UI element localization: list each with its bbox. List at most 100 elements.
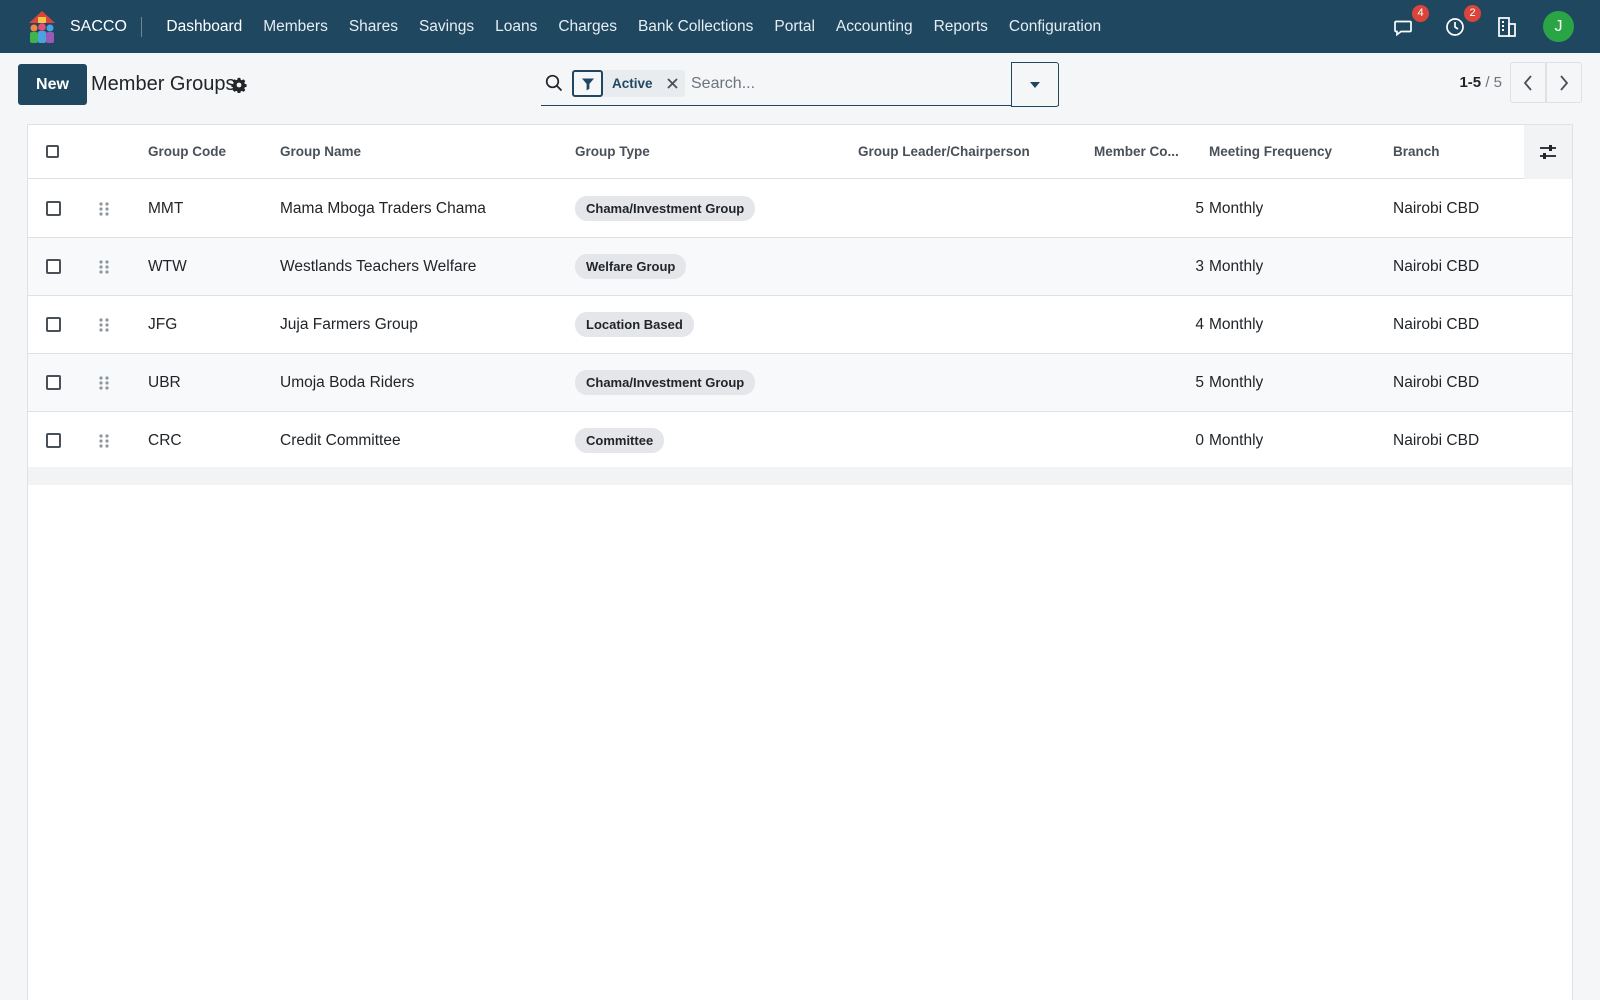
cell-branch: Nairobi CBD [1393, 315, 1480, 333]
messages-button[interactable]: 4 [1391, 4, 1429, 39]
row-checkbox[interactable] [46, 433, 61, 448]
menu-bank-collections[interactable]: Bank Collections [627, 0, 763, 53]
active-filter-facet: Active [572, 70, 685, 97]
top-navbar: SACCO Dashboard Members Shares Savings L… [0, 0, 1600, 53]
pager-value[interactable]: 1-5 / 5 [1459, 74, 1502, 91]
menu-members[interactable]: Members [253, 0, 339, 53]
table-row[interactable]: UBR Umoja Boda Riders Chama/Investment G… [28, 354, 1572, 412]
activities-count-badge: 2 [1464, 4, 1481, 22]
cell-group-name: Umoja Boda Riders [280, 373, 415, 391]
row-checkbox[interactable] [46, 201, 61, 216]
drag-handle-icon[interactable] [98, 259, 110, 275]
select-all-checkbox[interactable] [46, 145, 59, 158]
drag-handle-icon[interactable] [98, 433, 110, 449]
drag-handle-icon[interactable] [98, 201, 110, 217]
group-type-tag: Chama/Investment Group [575, 370, 756, 395]
cell-meeting-frequency: Monthly [1209, 199, 1264, 217]
cell-meeting-frequency: Monthly [1209, 431, 1264, 449]
header-meeting-frequency[interactable]: Meeting Frequency [1209, 144, 1332, 159]
messages-count-badge: 4 [1412, 4, 1429, 22]
app-logo-icon[interactable] [24, 9, 60, 45]
new-button[interactable]: New [18, 64, 87, 105]
cell-group-name: Westlands Teachers Welfare [280, 257, 477, 275]
remove-facet-close-icon[interactable] [663, 70, 683, 97]
pager-next-button[interactable] [1546, 62, 1582, 103]
cell-member-count: 5 [1195, 373, 1204, 391]
chevron-right-icon [1560, 74, 1569, 91]
cell-meeting-frequency: Monthly [1209, 257, 1264, 275]
cell-group-code: JFG [148, 315, 178, 333]
menu-charges[interactable]: Charges [548, 0, 628, 53]
chat-bubble-icon [1394, 20, 1412, 36]
group-type-tag: Welfare Group [575, 254, 687, 279]
menu-accounting[interactable]: Accounting [825, 0, 923, 53]
search-icon[interactable] [545, 74, 563, 92]
member-groups-table: Group Code Group Name Group Type Group L… [27, 124, 1573, 1000]
search-panel: Active [541, 62, 1059, 106]
gear-icon[interactable] [231, 77, 247, 93]
sliders-icon [1540, 145, 1556, 159]
cell-group-code: CRC [148, 431, 182, 449]
header-group-name[interactable]: Group Name [280, 144, 570, 159]
header-group-leader[interactable]: Group Leader/Chairperson [858, 144, 1030, 159]
header-group-code[interactable]: Group Code [148, 144, 226, 159]
menu-configuration[interactable]: Configuration [998, 0, 1111, 53]
cell-meeting-frequency: Monthly [1209, 315, 1264, 333]
drag-handle-icon[interactable] [98, 375, 110, 391]
header-branch[interactable]: Branch [1393, 144, 1440, 159]
table-row[interactable]: MMT Mama Mboga Traders Chama Chama/Inves… [28, 180, 1572, 238]
search-options-toggle[interactable] [1011, 62, 1059, 107]
cell-group-type: Chama/Investment Group [575, 370, 756, 395]
search-input[interactable] [691, 70, 1001, 98]
menu-shares[interactable]: Shares [338, 0, 408, 53]
table-row[interactable]: JFG Juja Farmers Group Location Based 4 … [28, 296, 1572, 354]
group-type-tag: Location Based [575, 312, 694, 337]
menu-savings[interactable]: Savings [408, 0, 484, 53]
pager-separator: / [1485, 74, 1494, 91]
pager-limit: 5 [1493, 74, 1502, 91]
building-icon [1498, 16, 1516, 37]
cell-group-code: WTW [148, 257, 187, 275]
cell-group-code: UBR [148, 373, 181, 391]
company-switch-button[interactable] [1495, 15, 1519, 39]
cell-group-name: Juja Farmers Group [280, 315, 418, 333]
group-type-tag: Committee [575, 428, 665, 453]
systray: 4 2 J [1363, 0, 1574, 53]
pager-range[interactable]: 1-5 [1459, 74, 1481, 91]
header-group-type[interactable]: Group Type [575, 144, 650, 159]
row-checkbox[interactable] [46, 259, 61, 274]
table-row[interactable]: CRC Credit Committee Committee 0 Monthly… [28, 412, 1572, 470]
activities-button[interactable]: 2 [1443, 4, 1481, 39]
caret-down-icon [1030, 81, 1040, 88]
group-type-tag: Chama/Investment Group [575, 196, 756, 221]
cell-branch: Nairobi CBD [1393, 257, 1480, 275]
cell-member-count: 4 [1195, 315, 1204, 333]
menu-portal[interactable]: Portal [764, 0, 826, 53]
cell-member-count: 5 [1195, 199, 1204, 217]
table-row[interactable]: WTW Westlands Teachers Welfare Welfare G… [28, 238, 1572, 296]
cell-group-type: Welfare Group [575, 254, 687, 279]
filter-icon [572, 70, 603, 97]
menu-loans[interactable]: Loans [485, 0, 548, 53]
optional-columns-button[interactable] [1524, 125, 1572, 179]
row-checkbox[interactable] [46, 317, 61, 332]
header-member-count[interactable]: Member Co... [1094, 144, 1194, 159]
drag-handle-icon[interactable] [98, 317, 110, 333]
cell-group-name: Mama Mboga Traders Chama [280, 199, 486, 217]
app-brand[interactable]: SACCO [70, 16, 142, 37]
row-checkbox[interactable] [46, 375, 61, 390]
cell-member-count: 3 [1195, 257, 1204, 275]
pager-previous-button[interactable] [1510, 62, 1546, 103]
page-title[interactable]: Member Groups [91, 73, 236, 96]
clock-icon [1446, 17, 1464, 36]
facet-label: Active [612, 76, 653, 91]
cell-group-name: Credit Committee [280, 431, 401, 449]
menu-dashboard[interactable]: Dashboard [156, 0, 253, 53]
cell-group-type: Committee [575, 428, 665, 453]
user-avatar[interactable]: J [1543, 11, 1574, 42]
menu-reports[interactable]: Reports [923, 0, 998, 53]
cell-branch: Nairobi CBD [1393, 431, 1480, 449]
cell-group-type: Chama/Investment Group [575, 196, 756, 221]
cell-branch: Nairobi CBD [1393, 373, 1480, 391]
cell-meeting-frequency: Monthly [1209, 373, 1264, 391]
